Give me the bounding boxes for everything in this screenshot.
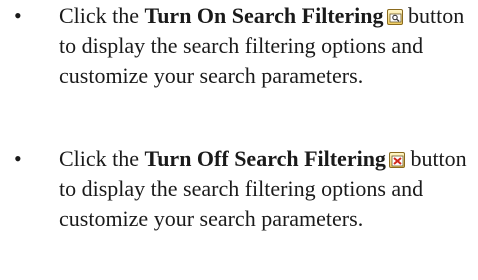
turn-off-search-filtering-name: Turn Off Search Filtering — [144, 146, 386, 171]
text-intro: Click the — [59, 146, 145, 171]
bullet-marker: • — [14, 146, 22, 171]
instruction-document: • Click the Turn On Search Filtering but… — [0, 0, 478, 280]
bullet-marker: • — [14, 3, 22, 28]
turn-on-search-filtering-name: Turn On Search Filtering — [144, 3, 384, 28]
search-filter-on-icon — [386, 9, 403, 25]
text-intro: Click the — [59, 3, 145, 28]
search-filter-off-icon — [388, 152, 405, 168]
list-item-text: Click the Turn On Search Filtering butto… — [59, 1, 478, 91]
list-item-text: Click the Turn Off Search Filtering butt… — [59, 144, 478, 234]
